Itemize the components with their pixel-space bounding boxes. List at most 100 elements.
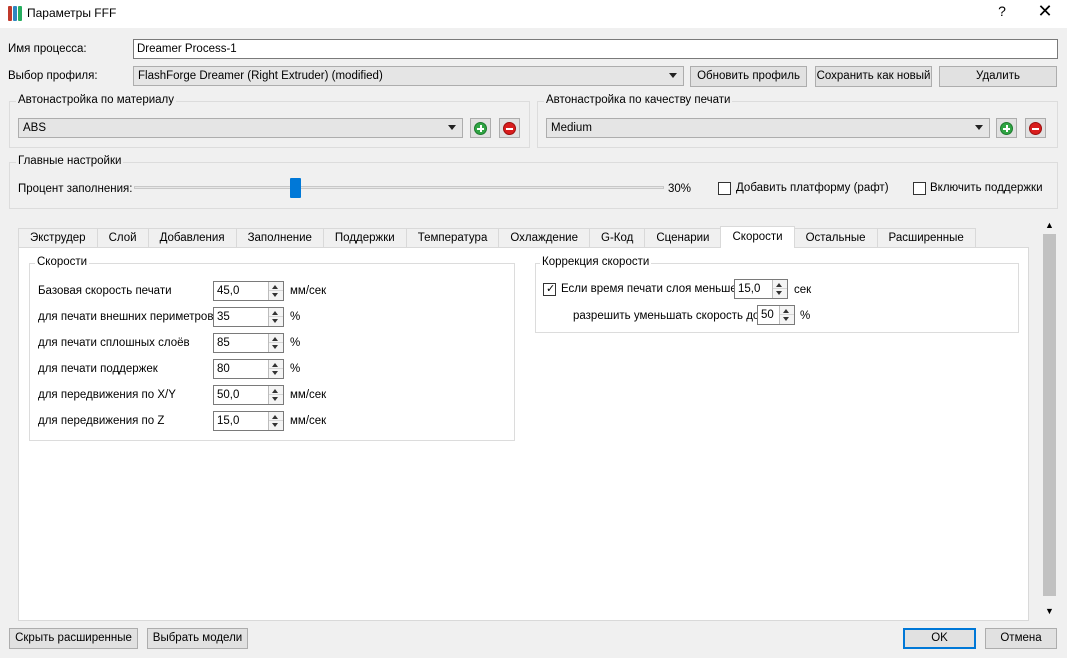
speed-row-unit: % <box>290 337 301 349</box>
tab-item[interactable]: Остальные <box>793 228 878 248</box>
tab-item[interactable]: Заполнение <box>235 228 324 248</box>
tab-item[interactable]: Расширенные <box>876 228 976 248</box>
speed-row-spinbox[interactable]: 50,0 <box>213 385 284 405</box>
allow-reduce-value: 50 <box>761 309 774 321</box>
speed-row-label: для печати поддержек <box>38 363 158 375</box>
add-material-button[interactable] <box>470 118 491 138</box>
speed-row-value: 35 <box>217 311 230 323</box>
cancel-button[interactable]: Отмена <box>985 628 1057 649</box>
speed-row-spinbox[interactable]: 80 <box>213 359 284 379</box>
scroll-up-icon[interactable]: ▲ <box>1045 220 1054 230</box>
process-name-input[interactable]: Dreamer Process-1 <box>133 39 1058 59</box>
plus-icon <box>474 121 487 135</box>
window-title: Параметры FFF <box>27 6 117 20</box>
quality-select[interactable]: Medium <box>546 118 990 138</box>
tab-item[interactable]: G-Код <box>589 228 646 248</box>
speed-row-label: для печати внешних периметров <box>38 311 214 323</box>
speed-row-label: для передвижения по X/Y <box>38 389 176 401</box>
layer-time-checkbox[interactable]: ✓ <box>543 283 556 296</box>
speed-row-label: Базовая скорость печати <box>38 285 172 297</box>
speed-row-spinbox[interactable]: 45,0 <box>213 281 284 301</box>
material-select[interactable]: ABS <box>18 118 463 138</box>
spin-arrows-icon[interactable] <box>268 308 283 326</box>
speed-row-value: 50,0 <box>217 389 240 401</box>
remove-material-button[interactable] <box>499 118 520 138</box>
title-bar: Параметры FFF ? ✕ <box>0 0 1067 28</box>
fff-app-icon <box>8 6 22 21</box>
speed-row-unit: % <box>290 363 301 375</box>
speed-row-value: 45,0 <box>217 285 240 297</box>
speed-row-unit: % <box>290 311 301 323</box>
speed-row-spinbox[interactable]: 15,0 <box>213 411 284 431</box>
raft-checkbox[interactable] <box>718 182 731 195</box>
speeds-group-title: Скорости <box>35 256 90 268</box>
tab-item[interactable]: Экструдер <box>18 228 98 248</box>
quality-select-value: Medium <box>551 122 592 134</box>
material-select-value: ABS <box>23 122 47 134</box>
speed-row-value: 85 <box>217 337 230 349</box>
close-icon[interactable]: ✕ <box>1030 1 1060 25</box>
layer-time-spinbox[interactable]: 15,0 <box>734 279 788 299</box>
layer-time-label: Если время печати слоя меньше <box>561 283 737 295</box>
chevron-down-icon <box>448 125 456 130</box>
speed-row-unit: мм/сек <box>290 389 327 401</box>
tab-item[interactable]: Поддержки <box>322 228 407 248</box>
chevron-down-icon <box>669 73 677 78</box>
spin-arrows-icon[interactable] <box>268 282 283 300</box>
spin-arrows-icon[interactable] <box>268 334 283 352</box>
save-as-new-button[interactable]: Сохранить как новый <box>815 66 932 87</box>
add-quality-button[interactable] <box>996 118 1017 138</box>
slider-track <box>134 186 664 189</box>
supports-checkbox[interactable] <box>913 182 926 195</box>
scroll-thumb[interactable] <box>1043 234 1056 596</box>
delete-profile-button[interactable]: Удалить <box>939 66 1057 87</box>
tab-item[interactable]: Охлаждение <box>498 228 590 248</box>
speed-row-label: для печати сплошных слоёв <box>38 337 190 349</box>
speed-row-value: 80 <box>217 363 230 375</box>
tab-active-item[interactable]: Скорости <box>720 226 795 248</box>
select-models-button[interactable]: Выбрать модели <box>147 628 248 649</box>
spin-arrows-icon[interactable] <box>268 386 283 404</box>
spin-arrows-icon[interactable] <box>268 360 283 378</box>
update-profile-button[interactable]: Обновить профиль <box>690 66 807 87</box>
profile-select-value: FlashForge Dreamer (Right Extruder) (mod… <box>138 70 383 82</box>
settings-tabbar: Экструдер Слой Добавления Заполнение Поддерж… <box>18 226 976 248</box>
speed-row-spinbox[interactable]: 35 <box>213 307 284 327</box>
allow-reduce-unit: % <box>800 310 811 322</box>
auto-material-title: Автонастройка по материалу <box>16 94 176 106</box>
tab-item[interactable]: Температура <box>405 228 500 248</box>
remove-quality-button[interactable] <box>1025 118 1046 138</box>
profile-select[interactable]: FlashForge Dreamer (Right Extruder) (mod… <box>133 66 684 86</box>
infill-slider[interactable] <box>134 178 664 198</box>
speed-row-label: для передвижения по Z <box>38 415 165 427</box>
speed-correction-title: Коррекция скорости <box>540 256 652 268</box>
spin-arrows-icon[interactable] <box>268 412 283 430</box>
ok-button[interactable]: OK <box>903 628 976 649</box>
layer-time-value: 15,0 <box>738 283 761 295</box>
minus-icon <box>1029 121 1042 135</box>
profile-label: Выбор профиля: <box>8 70 98 82</box>
scroll-down-icon[interactable]: ▼ <box>1045 606 1054 616</box>
layer-time-unit: сек <box>794 284 812 296</box>
spin-arrows-icon[interactable] <box>772 280 787 298</box>
tab-item[interactable]: Сценарии <box>644 228 722 248</box>
speed-row-value: 15,0 <box>217 415 240 427</box>
supports-label: Включить поддержки <box>930 182 1043 194</box>
check-icon: ✓ <box>546 283 556 295</box>
help-button[interactable]: ? <box>990 3 1014 23</box>
plus-icon <box>1000 121 1013 135</box>
infill-label: Процент заполнения: <box>18 183 133 195</box>
allow-reduce-spinbox[interactable]: 50 <box>757 305 795 325</box>
speed-row-unit: мм/сек <box>290 285 327 297</box>
speed-row-spinbox[interactable]: 85 <box>213 333 284 353</box>
slider-thumb[interactable] <box>290 178 301 198</box>
hide-advanced-button[interactable]: Скрыть расширенные <box>9 628 138 649</box>
raft-label: Добавить платформу (рафт) <box>736 182 889 194</box>
infill-value: 30% <box>668 183 692 195</box>
tab-item[interactable]: Добавления <box>147 228 237 248</box>
process-name-label: Имя процесса: <box>8 43 87 55</box>
spin-arrows-icon[interactable] <box>779 306 794 324</box>
vertical-scrollbar[interactable]: ▲ ▼ <box>1041 218 1058 621</box>
tab-item[interactable]: Слой <box>96 228 149 248</box>
minus-icon <box>503 121 516 135</box>
